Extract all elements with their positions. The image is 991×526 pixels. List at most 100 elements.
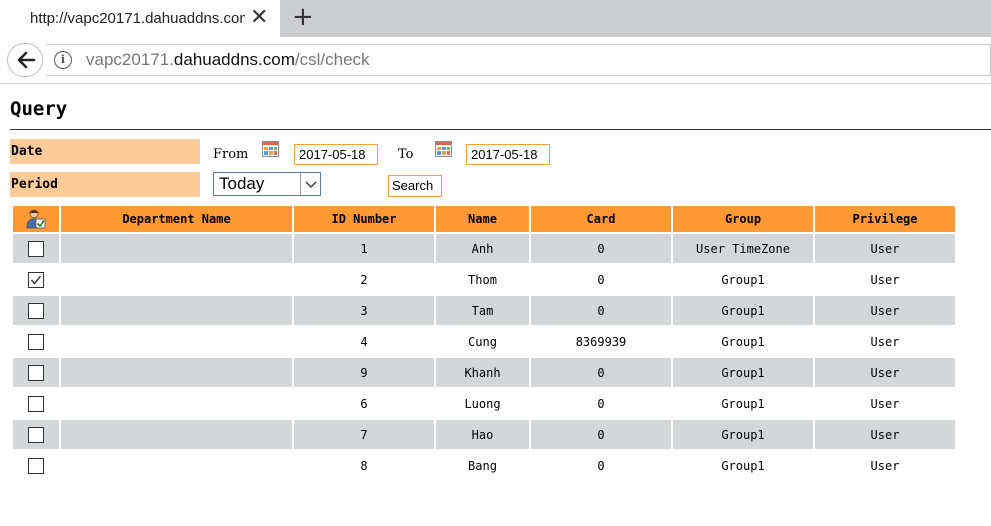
cell-department [61, 358, 292, 387]
header-privilege: Privilege [815, 206, 955, 232]
row-checkbox[interactable] [28, 302, 44, 319]
cell-select [13, 420, 59, 449]
cell-privilege: User [815, 234, 955, 263]
user-check-icon[interactable] [25, 209, 47, 229]
cell-select [13, 327, 59, 356]
header-group: Group [673, 206, 813, 232]
from-label: From [213, 147, 249, 162]
header-name: Name [436, 206, 529, 232]
row-checkbox[interactable] [28, 457, 44, 474]
plus-icon[interactable]: + [292, 3, 314, 31]
row-checkbox[interactable] [28, 426, 44, 443]
cell-name: Khanh [436, 358, 529, 387]
row-checkbox[interactable] [28, 333, 44, 350]
cell-id-number: 2 [294, 265, 434, 294]
header-card: Card [531, 206, 671, 232]
cell-card: 0 [531, 358, 671, 387]
table-header-row: Department Name ID Number Name Card Grou… [13, 206, 955, 232]
cell-department [61, 389, 292, 418]
cell-privilege: User [815, 451, 955, 480]
table-row[interactable]: 8 Bang 0 Group1 User [13, 451, 955, 480]
cell-card: 0 [531, 296, 671, 325]
period-label: Period [10, 172, 200, 197]
back-button[interactable] [7, 43, 43, 77]
checkmark-icon [30, 275, 42, 285]
cell-select [13, 296, 59, 325]
cell-name: Cung [436, 327, 529, 356]
browser-nav-bar: i vapc20171.dahuaddns.com/csl/check [0, 37, 991, 84]
table-row[interactable]: 9 Khanh 0 Group1 User [13, 358, 955, 387]
cell-group: User TimeZone [673, 234, 813, 263]
browser-tab-bar: http://vapc20171.dahuaddns.com/csl/check… [0, 0, 991, 37]
cell-group: Group1 [673, 358, 813, 387]
cell-department [61, 327, 292, 356]
row-checkbox[interactable] [28, 271, 44, 288]
row-checkbox[interactable] [28, 395, 44, 412]
url-host: dahuaddns.com [173, 50, 295, 69]
tab-title: http://vapc20171.dahuaddns.com/csl/check [30, 10, 245, 27]
table-body: 1 Anh 0 User TimeZone User 2 Thom 0 Group1 User 3 T… [13, 234, 955, 480]
url-prefix: vapc20171. [86, 50, 174, 69]
cell-privilege: User [815, 327, 955, 356]
table-row[interactable]: 6 Luong 0 Group1 User [13, 389, 955, 418]
calendar-icon[interactable] [262, 141, 279, 157]
cell-select [13, 358, 59, 387]
cell-name: Thom [436, 265, 529, 294]
cell-privilege: User [815, 389, 955, 418]
search-button[interactable]: Search [388, 175, 442, 197]
cell-id-number: 4 [294, 327, 434, 356]
url-text: vapc20171.dahuaddns.com/csl/check [86, 50, 370, 70]
cell-card: 0 [531, 451, 671, 480]
browser-tab[interactable]: http://vapc20171.dahuaddns.com/csl/check… [0, 0, 280, 37]
cell-select [13, 265, 59, 294]
table-row[interactable]: 3 Tam 0 Group1 User [13, 296, 955, 325]
period-select[interactable]: Today [213, 172, 321, 196]
title-divider [10, 129, 991, 130]
cell-department [61, 420, 292, 449]
chevron-down-icon [305, 181, 317, 188]
cell-department [61, 296, 292, 325]
header-id-number: ID Number [294, 206, 434, 232]
select-all-header[interactable] [13, 206, 59, 232]
cell-name: Tam [436, 296, 529, 325]
header-department: Department Name [61, 206, 292, 232]
cell-id-number: 1 [294, 234, 434, 263]
cell-select [13, 451, 59, 480]
cell-select [13, 234, 59, 263]
cell-group: Group1 [673, 296, 813, 325]
cell-group: Group1 [673, 327, 813, 356]
info-icon[interactable]: i [54, 51, 72, 69]
calendar-icon[interactable] [435, 141, 452, 157]
cell-group: Group1 [673, 451, 813, 480]
cell-card: 0 [531, 234, 671, 263]
results-table: Department Name ID Number Name Card Grou… [11, 204, 957, 482]
table-row[interactable]: 7 Hao 0 Group1 User [13, 420, 955, 449]
table-row[interactable]: 2 Thom 0 Group1 User [13, 265, 955, 294]
from-date-input[interactable]: 2017-05-18 [294, 144, 378, 165]
row-checkbox[interactable] [28, 240, 44, 257]
cell-privilege: User [815, 358, 955, 387]
table-row[interactable]: 1 Anh 0 User TimeZone User [13, 234, 955, 263]
table-row[interactable]: 4 Cung 8369939 Group1 User [13, 327, 955, 356]
cell-id-number: 9 [294, 358, 434, 387]
cell-card: 0 [531, 389, 671, 418]
cell-card: 0 [531, 265, 671, 294]
arrow-left-icon [17, 51, 36, 69]
cell-id-number: 8 [294, 451, 434, 480]
cell-card: 0 [531, 420, 671, 449]
to-label: To [398, 147, 414, 162]
cell-id-number: 7 [294, 420, 434, 449]
cell-department [61, 265, 292, 294]
close-icon[interactable]: ✕ [250, 6, 268, 30]
period-select-value: Today [219, 174, 265, 193]
address-bar[interactable]: i vapc20171.dahuaddns.com/csl/check [46, 44, 991, 76]
cell-id-number: 6 [294, 389, 434, 418]
cell-group: Group1 [673, 389, 813, 418]
select-divider [300, 173, 301, 195]
cell-id-number: 3 [294, 296, 434, 325]
cell-name: Bang [436, 451, 529, 480]
to-date-input[interactable]: 2017-05-18 [466, 144, 550, 165]
row-checkbox[interactable] [28, 364, 44, 381]
cell-department [61, 234, 292, 263]
cell-privilege: User [815, 265, 955, 294]
